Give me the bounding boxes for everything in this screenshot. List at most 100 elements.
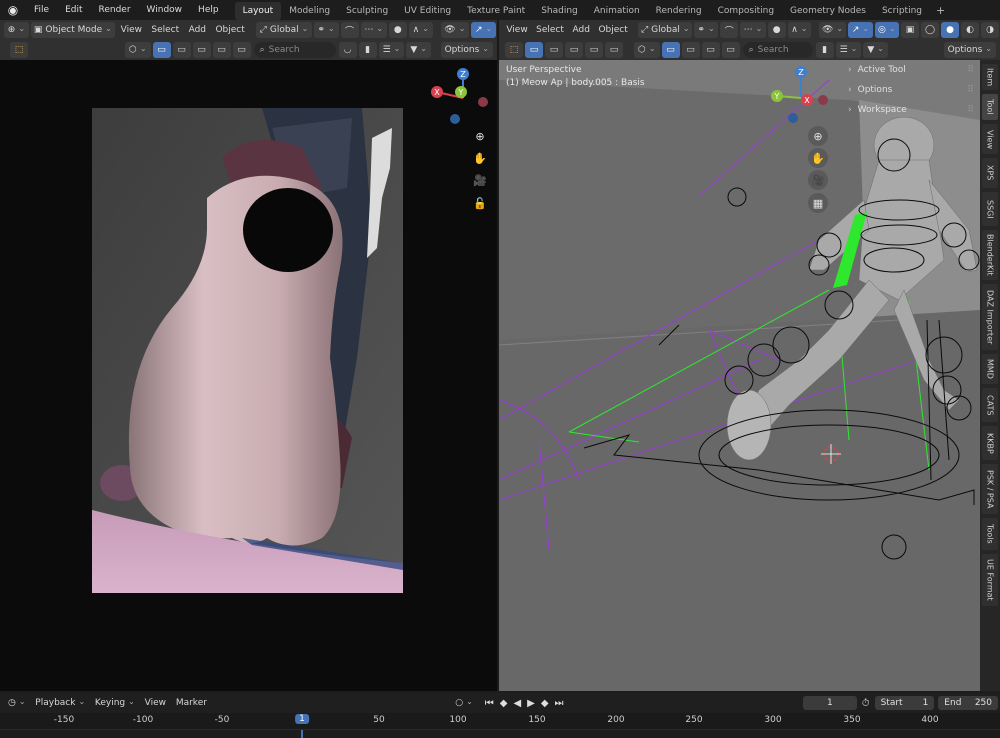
right-proportional-edit-icon[interactable]: ● <box>767 22 786 38</box>
solid-shading-icon[interactable]: ● <box>941 22 960 38</box>
play-icon[interactable]: ▶ <box>527 698 535 709</box>
tab-tools[interactable]: Tools <box>982 518 998 550</box>
camera-view-icon[interactable]: 🎥 <box>470 170 490 190</box>
tab-sculpting[interactable]: Sculpting <box>338 2 396 20</box>
play-reverse-icon[interactable]: ◀ <box>513 698 521 709</box>
material-shading-icon[interactable]: ◐ <box>961 22 980 38</box>
object-type-icon[interactable]: ⬡ <box>125 42 151 58</box>
current-frame-field[interactable]: 1 <box>803 696 857 710</box>
tab-geometry-nodes[interactable]: Geometry Nodes <box>782 2 874 20</box>
bookmark-icon[interactable]: ▮ <box>358 42 377 58</box>
right-camera-view-icon[interactable]: 🎥 <box>808 170 828 190</box>
right-select-sub-2-icon[interactable]: ▭ <box>701 42 720 58</box>
right-select-box-2-icon[interactable]: ▭ <box>661 42 680 58</box>
marker-menu[interactable]: Marker <box>172 695 211 711</box>
rendered-shading-icon[interactable]: ◑ <box>981 22 1000 38</box>
tab-shading[interactable]: Shading <box>533 2 586 20</box>
right-select-tool-icon[interactable]: ⬚ <box>505 42 523 58</box>
tab-rendering[interactable]: Rendering <box>648 2 710 20</box>
xray-icon[interactable]: ▣ <box>901 22 920 38</box>
right-pivot-icon[interactable]: ⚭ <box>694 22 719 38</box>
auto-keying-icon[interactable]: ○ <box>451 695 476 711</box>
right-search-input[interactable]: ⌕ Search <box>742 42 813 58</box>
timeline-view-menu[interactable]: View <box>141 695 170 711</box>
left-navigation-gizmo[interactable]: Z X Y <box>425 66 495 128</box>
overlay-icon[interactable]: ◎ <box>874 22 900 38</box>
tab-scripting[interactable]: Scripting <box>874 2 930 20</box>
prev-keyframe-icon[interactable]: ◆ <box>500 698 508 709</box>
right-menu-view[interactable]: View <box>503 22 531 38</box>
right-zoom-icon[interactable]: ⊕ <box>808 126 828 146</box>
tab-ue-format[interactable]: UE Format <box>982 554 998 606</box>
blender-logo-icon[interactable]: ◉ <box>0 0 26 20</box>
right-select-invert-icon[interactable]: ▭ <box>585 42 603 58</box>
select-extend-icon[interactable]: ▭ <box>172 42 191 58</box>
tab-tool[interactable]: Tool <box>982 94 998 120</box>
right-pan-hand-icon[interactable]: ✋ <box>808 148 828 168</box>
tab-view[interactable]: View <box>982 124 998 154</box>
lock-camera-icon[interactable]: 🔓 <box>470 193 490 213</box>
search-input[interactable]: ⌕ Search <box>253 42 336 58</box>
select-invert-icon[interactable]: ▭ <box>212 42 231 58</box>
right-filter-icon[interactable]: ▼ <box>863 42 888 58</box>
timeline-track[interactable] <box>0 729 1000 738</box>
right-bookmark-icon[interactable]: ▮ <box>815 42 834 58</box>
right-select-box-icon[interactable]: ▭ <box>525 42 543 58</box>
gizmo-icon[interactable]: ↗ <box>471 22 496 38</box>
select-subtract-icon[interactable]: ▭ <box>192 42 211 58</box>
tab-xps[interactable]: XPS <box>982 158 998 188</box>
right-object-type-icon[interactable]: ⬡ <box>634 42 660 58</box>
proportional-edit-icon[interactable]: ● <box>388 22 407 38</box>
panel-options[interactable]: › Options ⠿ <box>840 80 980 100</box>
right-menu-select[interactable]: Select <box>533 22 567 38</box>
menu-edit[interactable]: Edit <box>57 0 90 20</box>
jump-end-icon[interactable]: ⏭ <box>555 698 564 709</box>
start-frame-field[interactable]: Start 1 <box>874 696 935 710</box>
timeline-ruler[interactable]: -150 -100 -50 1 50 100 150 200 250 300 3… <box>0 713 1000 729</box>
right-select-intersect-icon[interactable]: ▭ <box>605 42 623 58</box>
zoom-icon[interactable]: ⊕ <box>470 126 490 146</box>
editor-type-button[interactable]: ⊕ <box>4 22 29 38</box>
menu-object[interactable]: Object <box>212 22 249 38</box>
right-snap-icon[interactable]: ⌒ <box>720 22 739 38</box>
select-box-icon[interactable]: ▭ <box>152 42 171 58</box>
falloff-icon[interactable]: ∧ <box>408 22 433 38</box>
end-frame-field[interactable]: End 250 <box>938 696 998 710</box>
tab-layout[interactable]: Layout <box>234 2 282 20</box>
right-orientation-select[interactable]: ⤢ Global <box>638 22 693 38</box>
pan-hand-icon[interactable]: ✋ <box>470 148 490 168</box>
menu-view[interactable]: View <box>117 22 146 38</box>
stopwatch-icon[interactable]: ⏱ <box>862 698 870 709</box>
next-keyframe-icon[interactable]: ◆ <box>541 698 549 709</box>
right-snap-target-icon[interactable]: ⋯ <box>740 22 766 38</box>
menu-render[interactable]: Render <box>91 0 139 20</box>
pivot-icon[interactable]: ⚭ <box>313 22 339 38</box>
right-display-mode-icon[interactable]: ☰ <box>835 42 862 58</box>
menu-add[interactable]: Add <box>185 22 210 38</box>
select-tool-icon[interactable]: ⬚ <box>10 42 28 58</box>
tab-kkbp[interactable]: KKBP <box>982 426 998 460</box>
right-visibility-icon[interactable]: 👁 <box>818 22 847 38</box>
current-frame-marker[interactable]: 1 <box>295 714 309 724</box>
drag-handle-icon[interactable]: ⠿ <box>967 65 974 75</box>
select-intersect-icon[interactable]: ▭ <box>232 42 251 58</box>
tab-item[interactable]: Item <box>982 64 998 90</box>
tab-ssgi[interactable]: SSGI <box>982 192 998 226</box>
snap-icon[interactable]: ⌒ <box>340 22 359 38</box>
right-gizmo-icon[interactable]: ↗ <box>848 22 873 38</box>
drag-handle-icon[interactable]: ⠿ <box>967 85 974 95</box>
tab-texture-paint[interactable]: Texture Paint <box>459 2 533 20</box>
add-workspace-button[interactable]: + <box>930 4 951 17</box>
filter-icon[interactable]: ▼ <box>406 42 431 58</box>
right-options-button[interactable]: Options <box>943 42 996 58</box>
panel-workspace[interactable]: › Workspace ⠿ <box>840 100 980 120</box>
right-select-subtract-icon[interactable]: ▭ <box>565 42 583 58</box>
visibility-icon[interactable]: 👁 <box>440 22 470 38</box>
right-select-inv-2-icon[interactable]: ▭ <box>721 42 740 58</box>
menu-file[interactable]: File <box>26 0 57 20</box>
right-select-ext-2-icon[interactable]: ▭ <box>681 42 700 58</box>
jump-start-icon[interactable]: ⏮ <box>485 698 494 709</box>
menu-help[interactable]: Help <box>190 0 227 20</box>
orientation-select[interactable]: ⤢ Global <box>256 22 312 38</box>
timeline-editor-type-icon[interactable]: ◷ <box>4 695 29 711</box>
